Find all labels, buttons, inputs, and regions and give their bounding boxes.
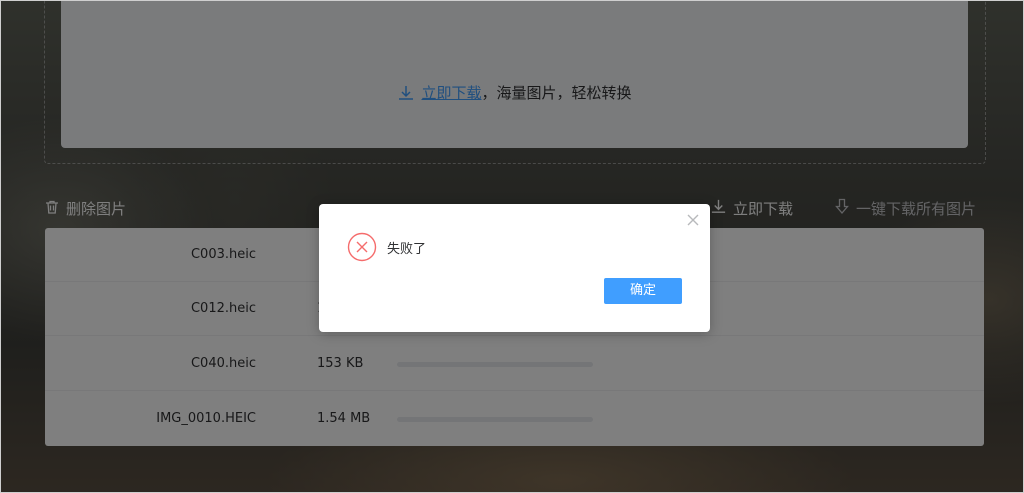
- error-message-box: 失败了 确定: [319, 204, 710, 332]
- dialog-body: 失败了: [347, 232, 426, 262]
- close-icon[interactable]: [686, 212, 700, 226]
- dialog-message: 失败了: [387, 241, 427, 257]
- confirm-button[interactable]: 确定: [604, 278, 682, 304]
- error-circle-icon: [347, 232, 377, 262]
